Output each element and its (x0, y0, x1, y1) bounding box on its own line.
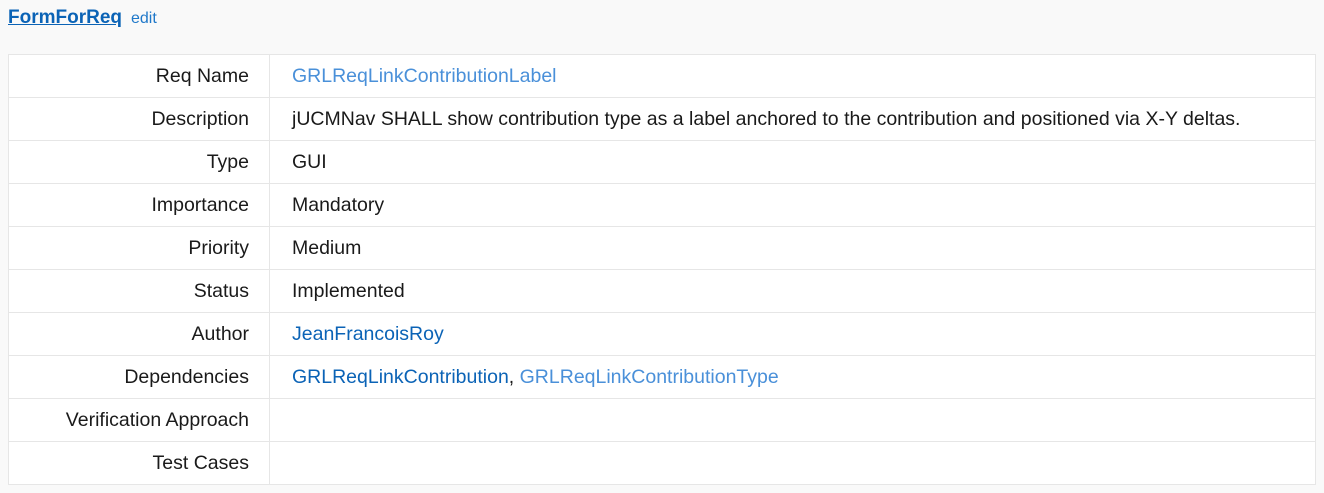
priority-label: Priority (8, 226, 270, 270)
author-label: Author (8, 312, 270, 356)
priority-value: Medium (269, 226, 1316, 270)
author-value: JeanFrancoisRoy (269, 312, 1316, 356)
form-title-link[interactable]: FormForReq (8, 7, 122, 29)
dependency-separator: , (508, 365, 520, 388)
table-row: Dependencies GRLReqLinkContribution, GRL… (8, 355, 1316, 399)
test-cases-value (269, 441, 1316, 485)
verification-approach-value (269, 398, 1316, 442)
table-row: Req Name GRLReqLinkContributionLabel (8, 54, 1316, 98)
table-row: Importance Mandatory (8, 183, 1316, 227)
edit-link[interactable]: edit (131, 10, 157, 28)
req-name-value: GRLReqLinkContributionLabel (269, 54, 1316, 98)
test-cases-label: Test Cases (8, 441, 270, 485)
status-label: Status (8, 269, 270, 313)
req-name-link[interactable]: GRLReqLinkContributionLabel (292, 65, 557, 87)
status-value: Implemented (269, 269, 1316, 313)
importance-label: Importance (8, 183, 270, 227)
importance-value: Mandatory (269, 183, 1316, 227)
table-row: Type GUI (8, 140, 1316, 184)
verification-approach-label: Verification Approach (8, 398, 270, 442)
author-link[interactable]: JeanFrancoisRoy (292, 323, 444, 345)
page: FormForReq edit Req Name GRLReqLinkContr… (0, 0, 1324, 493)
type-label: Type (8, 140, 270, 184)
req-name-label: Req Name (8, 54, 270, 98)
table-row: Author JeanFrancoisRoy (8, 312, 1316, 356)
description-value: jUCMNav SHALL show contribution type as … (269, 97, 1316, 141)
table-row: Verification Approach (8, 398, 1316, 442)
header: FormForReq edit (8, 7, 157, 31)
dependency-link[interactable]: GRLReqLinkContributionType (520, 366, 779, 388)
dependencies-label: Dependencies (8, 355, 270, 399)
table-row: Test Cases (8, 441, 1316, 485)
table-row: Priority Medium (8, 226, 1316, 270)
table-row: Status Implemented (8, 269, 1316, 313)
dependency-link[interactable]: GRLReqLinkContribution (292, 366, 509, 388)
type-value: GUI (269, 140, 1316, 184)
table-row: Description jUCMNav SHALL show contribut… (8, 97, 1316, 141)
requirement-table: Req Name GRLReqLinkContributionLabel Des… (8, 54, 1316, 485)
description-label: Description (8, 97, 270, 141)
dependencies-value: GRLReqLinkContribution, GRLReqLinkContri… (269, 355, 1316, 399)
